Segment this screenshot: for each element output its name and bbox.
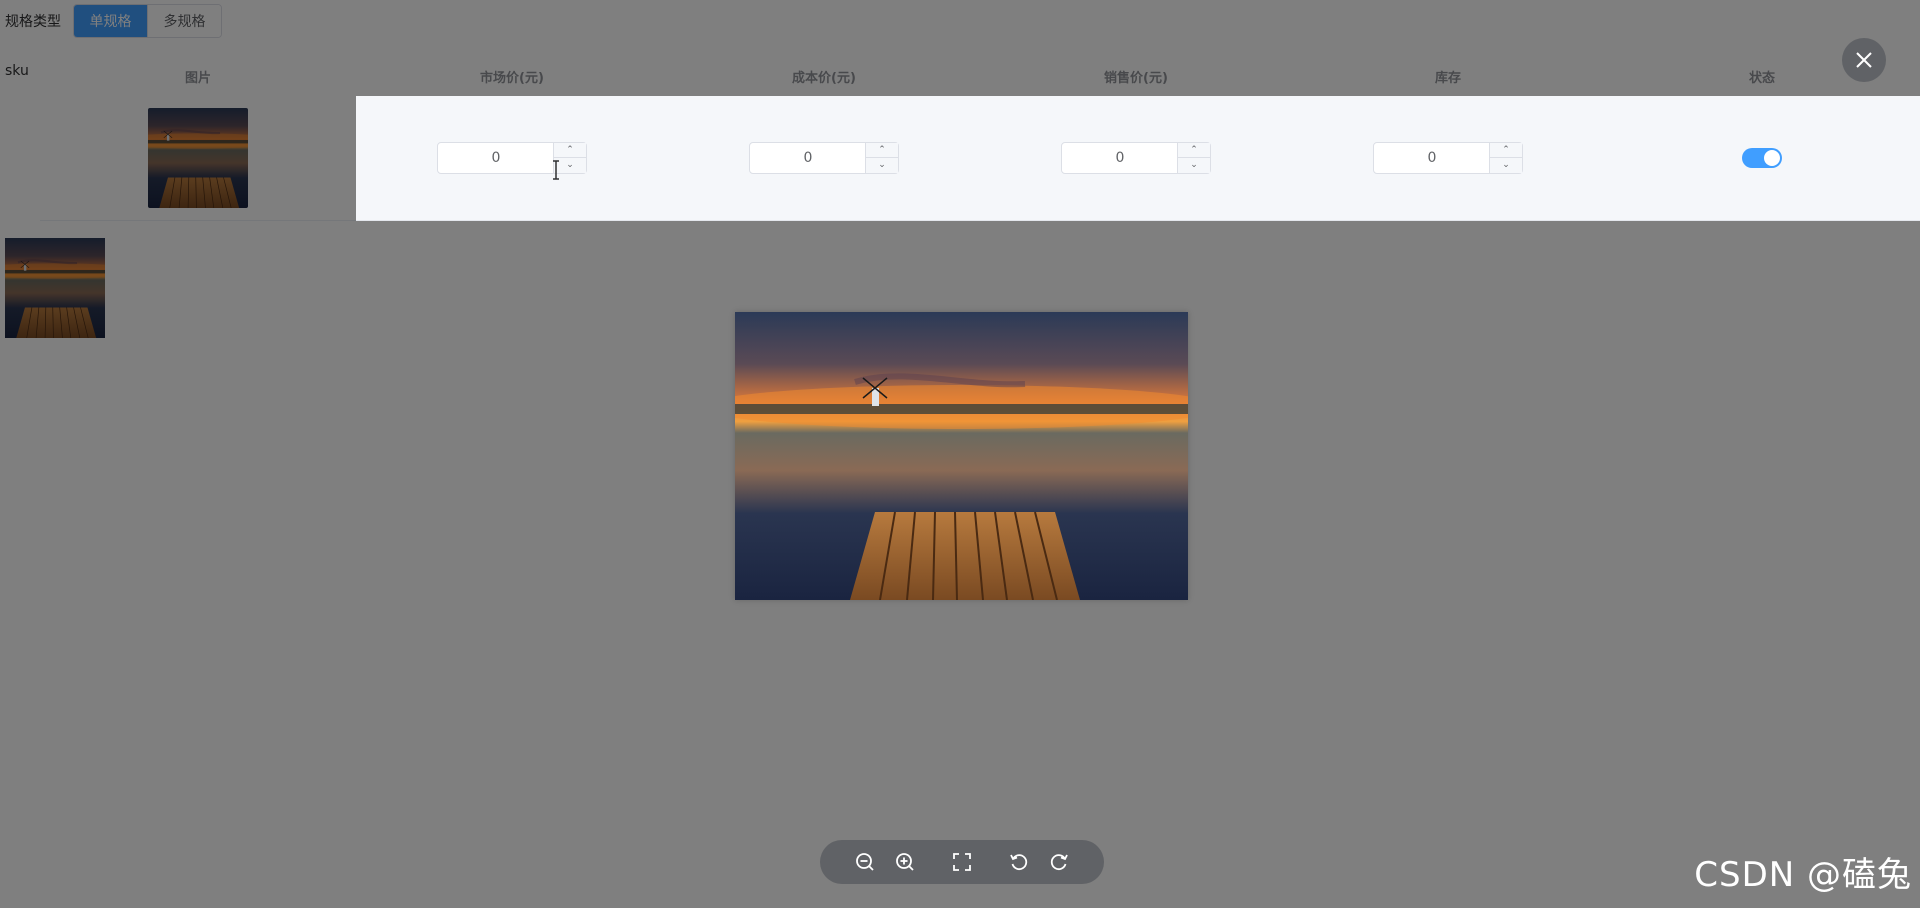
chevron-up-icon[interactable]: ⌃ <box>554 143 586 158</box>
sale-price-value[interactable]: 0 <box>1062 143 1178 173</box>
rotate-right-icon <box>1050 854 1068 871</box>
sale-price-input[interactable]: 0 ⌃ ⌄ <box>1061 142 1211 174</box>
status-switch[interactable] <box>1742 148 1782 168</box>
chevron-up-icon[interactable]: ⌃ <box>866 143 898 158</box>
chevron-up-icon[interactable]: ⌃ <box>1178 143 1210 158</box>
cost-price-cell-overlay: 0 ⌃ ⌄ <box>668 96 980 220</box>
market-price-value[interactable]: 0 <box>438 143 554 173</box>
market-price-cell-overlay: 0 ⌃ ⌄ <box>356 96 668 220</box>
zoom-in-icon <box>896 853 914 871</box>
stock-value[interactable]: 0 <box>1374 143 1490 173</box>
rotate-left-icon <box>1010 854 1028 871</box>
watermark-text: CSDN @磕兔 <box>1694 855 1912 895</box>
cost-price-value[interactable]: 0 <box>750 143 866 173</box>
viewer-toolbar <box>820 840 1104 884</box>
stock-cell-overlay: 0 ⌃ ⌄ <box>1292 96 1604 220</box>
sale-price-stepper: ⌃ ⌄ <box>1177 143 1210 173</box>
preview-image[interactable] <box>735 312 1188 600</box>
rotate-left-button[interactable] <box>999 840 1039 884</box>
sale-price-cell-overlay: 0 ⌃ ⌄ <box>980 96 1292 220</box>
cost-price-input[interactable]: 0 ⌃ ⌄ <box>749 142 899 174</box>
sku-input-row: 0 ⌃ ⌄ 0 ⌃ ⌄ 0 ⌃ ⌄ 0 ⌃ ⌄ <box>356 96 1920 221</box>
market-price-input[interactable]: 0 ⌃ ⌄ <box>437 142 587 174</box>
stock-input[interactable]: 0 ⌃ ⌄ <box>1373 142 1523 174</box>
chevron-up-icon[interactable]: ⌃ <box>1490 143 1522 158</box>
switch-knob <box>1764 150 1780 166</box>
chevron-down-icon[interactable]: ⌄ <box>866 158 898 173</box>
cost-price-stepper: ⌃ ⌄ <box>865 143 898 173</box>
status-cell-overlay <box>1604 96 1920 220</box>
chevron-down-icon[interactable]: ⌄ <box>1178 158 1210 173</box>
close-icon <box>1856 52 1872 68</box>
zoom-out-button[interactable] <box>845 840 885 884</box>
zoom-out-icon <box>856 853 874 871</box>
fullscreen-button[interactable] <box>942 840 982 884</box>
viewer-close-button[interactable] <box>1842 38 1886 82</box>
rotate-right-button[interactable] <box>1039 840 1079 884</box>
chevron-down-icon[interactable]: ⌄ <box>1490 158 1522 173</box>
stock-stepper: ⌃ ⌄ <box>1489 143 1522 173</box>
text-cursor-icon <box>553 160 559 180</box>
zoom-in-button[interactable] <box>885 840 925 884</box>
fullscreen-icon <box>953 853 971 871</box>
